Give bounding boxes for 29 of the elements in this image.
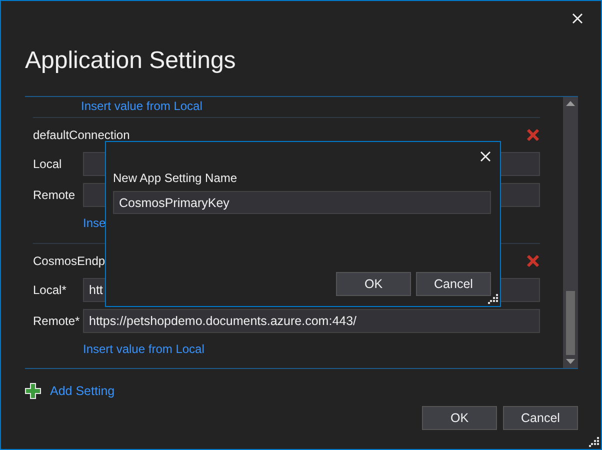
resize-grip-icon[interactable] xyxy=(488,294,498,304)
plus-icon[interactable] xyxy=(25,383,41,399)
setting-name: defaultConnection xyxy=(33,128,130,142)
delete-icon[interactable] xyxy=(526,128,540,142)
add-setting-link[interactable]: Add Setting xyxy=(50,384,115,398)
cancel-button[interactable]: Cancel xyxy=(503,406,578,430)
text-field[interactable]: https://petshopdemo.documents.azure.com:443/ xyxy=(83,309,540,333)
dialog-title: Application Settings xyxy=(25,46,236,76)
scrollbar-thumb[interactable] xyxy=(566,291,575,355)
setting-name-label: New App Setting Name xyxy=(113,171,238,185)
insert-value-link[interactable]: Insert value from Local xyxy=(81,99,202,113)
close-icon[interactable] xyxy=(480,151,491,162)
field-label: Local xyxy=(33,157,63,171)
scrollbar[interactable] xyxy=(563,97,578,368)
field-label: Remote* xyxy=(33,314,81,328)
scroll-down-icon[interactable] xyxy=(566,359,575,364)
cancel-button[interactable]: Cancel xyxy=(416,272,491,296)
insert-value-link[interactable]: Inse xyxy=(83,216,106,230)
insert-value-link[interactable]: Insert value from Local xyxy=(83,342,204,356)
setting-name-field[interactable]: CosmosPrimaryKey xyxy=(113,191,491,214)
setting-name: CosmosEndp xyxy=(33,254,106,268)
field-label: Remote xyxy=(33,188,76,202)
scroll-up-icon[interactable] xyxy=(566,101,575,106)
delete-icon[interactable] xyxy=(526,254,540,268)
ok-button[interactable]: OK xyxy=(422,406,497,430)
close-icon[interactable] xyxy=(572,13,583,24)
field-label: Local* xyxy=(33,283,68,297)
ok-button[interactable]: OK xyxy=(336,272,411,296)
resize-grip-icon[interactable] xyxy=(589,437,599,447)
